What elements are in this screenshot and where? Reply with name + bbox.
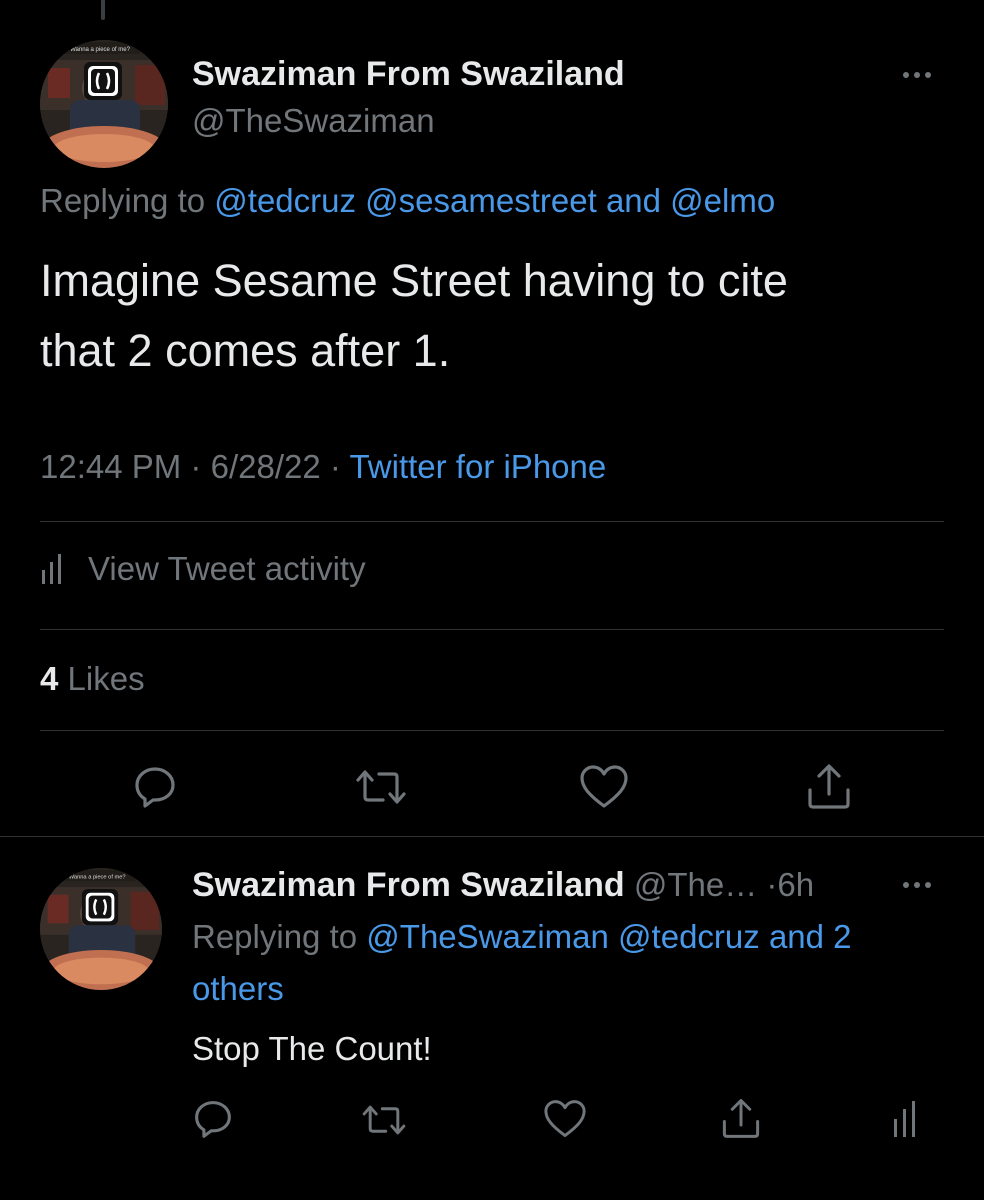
reply-share-button[interactable]	[718, 1096, 764, 1140]
divider	[0, 836, 984, 837]
author-avatar[interactable]: Wanna a piece of me?	[40, 40, 168, 168]
retweet-button[interactable]	[354, 762, 408, 812]
likes-count: 4	[40, 660, 59, 697]
replying-to-line: Replying to @tedcruz @sesamestreet and @…	[40, 182, 775, 220]
reply-author-name[interactable]: Swaziman From Swaziland	[192, 866, 625, 904]
and-others-link[interactable]: and 2	[769, 918, 852, 955]
divider	[40, 629, 944, 630]
mention-link-1[interactable]: @TheSwaziman	[366, 918, 609, 955]
like-button[interactable]	[578, 762, 630, 812]
analytics-icon	[42, 554, 61, 584]
mention-link-3[interactable]: @elmo	[670, 182, 775, 219]
reply-icon	[195, 1101, 231, 1138]
avatar-caption: Wanna a piece of me?	[69, 874, 126, 880]
reply-more-options-icon[interactable]	[903, 882, 931, 888]
share-icon	[808, 764, 850, 809]
author-name[interactable]: Swaziman From Swaziland	[192, 55, 625, 94]
reply-retweet-button[interactable]	[360, 1100, 408, 1140]
mention-link-2[interactable]: @tedcruz	[618, 918, 760, 955]
tweet-meta: 12:44 PM · 6/28/22 · Twitter for iPhone	[40, 448, 606, 486]
reply-header: Swaziman From Swaziland @The… ·6h	[192, 866, 814, 905]
meta-separator: ·	[329, 448, 341, 485]
reply-author-avatar[interactable]: Wanna a piece of me?	[40, 868, 162, 990]
view-tweet-activity-button[interactable]: View Tweet activity	[40, 550, 366, 588]
likes-label: Likes	[67, 660, 145, 697]
tweet-text: Imagine Sesame Street having to cite tha…	[40, 246, 940, 386]
replying-prefix: Replying to	[192, 918, 358, 955]
like-icon	[580, 765, 628, 808]
reply-analytics-button[interactable]	[888, 1098, 924, 1140]
share-button[interactable]	[802, 760, 856, 812]
mention-link-2[interactable]: @sesamestreet	[365, 182, 597, 219]
reply-author-handle[interactable]: @The…	[634, 866, 757, 903]
tweet-date: 6/28/22	[210, 448, 321, 485]
avatar-image: Wanna a piece of me?	[40, 40, 168, 168]
view-tweet-activity-label: View Tweet activity	[88, 550, 366, 587]
reply-separator: ·	[766, 866, 778, 903]
others-link[interactable]: others	[192, 970, 284, 1007]
reply-text: Stop The Count!	[192, 1030, 432, 1067]
retweet-icon	[356, 770, 406, 804]
divider	[40, 730, 944, 731]
like-icon	[544, 1100, 586, 1137]
share-icon	[722, 1099, 760, 1138]
retweet-icon	[362, 1105, 406, 1135]
analytics-icon	[894, 1101, 915, 1137]
reply-time[interactable]: 6h	[777, 866, 814, 903]
replying-prefix: Replying to	[40, 182, 206, 219]
tweet-source[interactable]: Twitter for iPhone	[349, 448, 606, 485]
likes-count-link[interactable]: 4 Likes	[40, 660, 145, 698]
tweet-time: 12:44 PM	[40, 448, 182, 485]
tweet-text-line-1: Imagine Sesame Street having to cite	[40, 255, 788, 306]
tweet-text-line-2: that 2 comes after 1.	[40, 325, 451, 376]
reply-reply-button[interactable]	[192, 1098, 234, 1140]
avatar-caption: Wanna a piece of me?	[70, 47, 130, 53]
author-handle[interactable]: @TheSwaziman	[192, 102, 435, 140]
more-options-icon[interactable]	[903, 72, 931, 78]
divider	[40, 521, 944, 522]
avatar-image: Wanna a piece of me?	[40, 868, 162, 990]
replying-and[interactable]: and	[606, 182, 661, 219]
reply-button[interactable]	[130, 762, 180, 812]
reply-replying-to-line-2: others	[192, 970, 284, 1008]
reply-icon	[135, 767, 175, 808]
mention-link-1[interactable]: @tedcruz	[214, 182, 356, 219]
thread-connector-line	[101, 0, 105, 20]
reply-replying-to-line: Replying to @TheSwaziman @tedcruz and 2	[192, 918, 852, 956]
reply-like-button[interactable]	[542, 1098, 588, 1140]
meta-separator: ·	[190, 448, 202, 485]
